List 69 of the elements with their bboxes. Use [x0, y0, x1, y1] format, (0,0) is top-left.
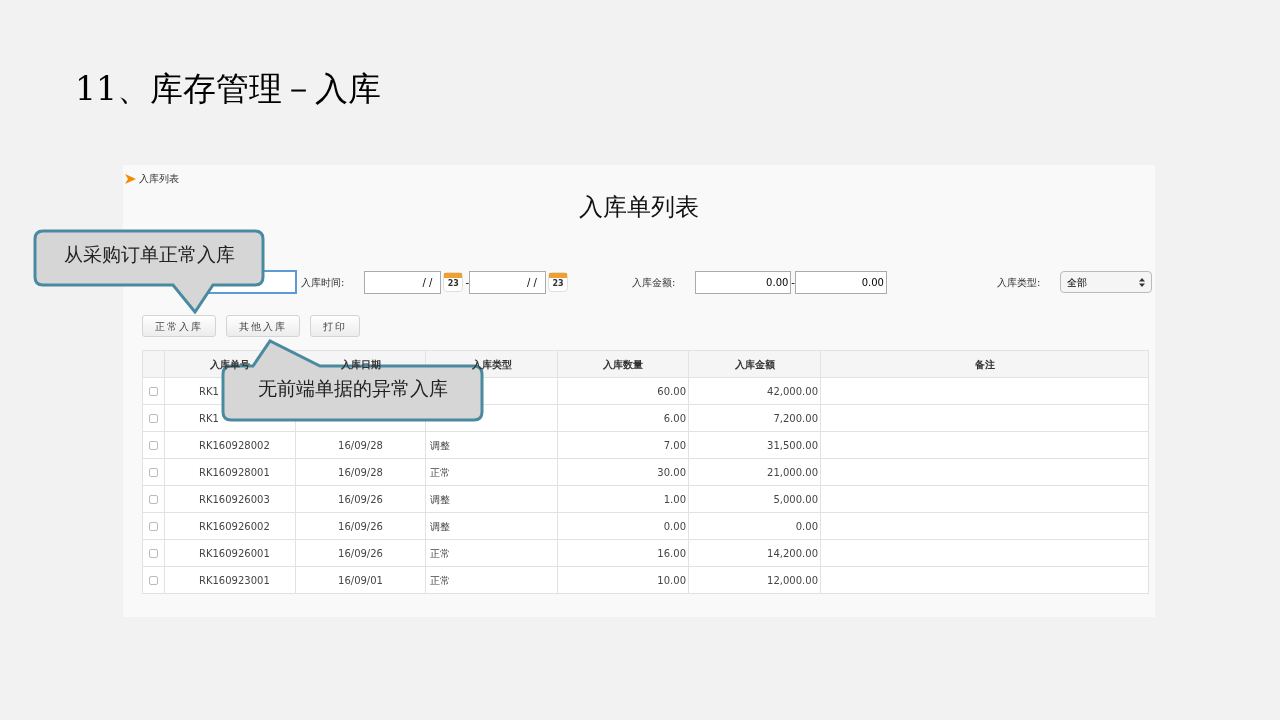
date-field[interactable]: / /	[364, 270, 442, 294]
table-cell: RK160928002	[199, 439, 270, 451]
action-button[interactable]: 正常入库	[142, 315, 216, 337]
table-cell: 16/09/26	[338, 520, 383, 532]
table-cell: 6.00	[663, 412, 686, 424]
table-cell: 7.00	[663, 439, 686, 451]
table-cell: 1.00	[663, 493, 686, 505]
table-cell: 16.00	[657, 547, 686, 559]
callout-text: 从采购订单正常入库	[63, 244, 235, 264]
table-cell: 16/09/26	[338, 493, 383, 505]
filter-label: 入库时间:	[301, 275, 345, 290]
table-cell: 5,000.00	[773, 493, 818, 505]
table-cell: 14,200.00	[767, 547, 818, 559]
table-cell: 正常	[430, 466, 450, 478]
table-cell: 调整	[430, 493, 450, 505]
table-cell: 10.00	[657, 574, 686, 586]
table-cell: 调整	[430, 520, 450, 532]
type-select[interactable]: 全部	[1060, 271, 1153, 293]
range-separator: -	[465, 275, 469, 290]
table-cell: 16/09/28	[338, 439, 383, 451]
row-checkbox[interactable]	[149, 522, 158, 531]
filter-label: 入库金额:	[632, 275, 676, 290]
table-cell: 16/09/28	[338, 466, 383, 478]
table-cell: 0.00	[795, 520, 818, 532]
arrow-icon	[125, 173, 136, 184]
breadcrumb[interactable]: 入库列表	[139, 171, 179, 186]
callout-text: 无前端单据的异常入库	[257, 378, 448, 398]
table-cell: 21,000.00	[767, 466, 818, 478]
table-cell: 正常	[430, 574, 450, 586]
action-button[interactable]: 打印	[310, 315, 360, 337]
column-header: 备注	[820, 350, 1149, 378]
table-cell: 42,000.00	[767, 385, 818, 397]
action-button[interactable]: 其他入库	[226, 315, 300, 337]
table-cell: 12,000.00	[767, 574, 818, 586]
table-cell: RK160928001	[199, 466, 270, 478]
table-cell: 16/09/01	[338, 574, 383, 586]
row-checkbox[interactable]	[149, 387, 158, 396]
column-header: 入库金额	[688, 350, 821, 378]
table-cell: RK1	[199, 412, 219, 424]
table-cell: RK160923001	[199, 574, 270, 586]
amount-field[interactable]: 0.00	[794, 270, 887, 294]
table-cell: 调整	[430, 439, 450, 451]
table-cell: RK160926003	[199, 493, 270, 505]
list-heading: 入库单列表	[579, 192, 699, 223]
row-checkbox[interactable]	[149, 414, 158, 423]
table-cell: 7,200.00	[773, 412, 818, 424]
table-cell: 0.00	[663, 520, 686, 532]
range-separator: -	[791, 275, 795, 290]
row-checkbox[interactable]	[149, 468, 158, 477]
table-cell: 60.00	[657, 385, 686, 397]
table-cell: 16/09/26	[338, 547, 383, 559]
table-cell: RK160926002	[199, 520, 270, 532]
calendar-icon[interactable]: 23	[443, 272, 464, 292]
slide-title: 11、库存管理－入库	[75, 68, 381, 110]
updown-icon	[1139, 277, 1146, 287]
filter-label: 入库类型:	[996, 275, 1041, 290]
table-cell: 正常	[430, 547, 450, 559]
row-checkbox[interactable]	[149, 441, 158, 450]
row-checkbox[interactable]	[149, 549, 158, 558]
amount-field[interactable]: 0.00	[695, 270, 792, 294]
row-checkbox[interactable]	[149, 576, 158, 585]
table-cell: RK1	[199, 385, 219, 397]
row-checkbox[interactable]	[149, 495, 158, 504]
table-cell: 31,500.00	[767, 439, 818, 451]
table-cell: RK160926001	[199, 547, 270, 559]
table-cell: 30.00	[657, 466, 686, 478]
date-field[interactable]: / /	[469, 270, 546, 294]
column-header: 入库数量	[557, 350, 689, 378]
calendar-icon[interactable]: 23	[548, 272, 568, 292]
